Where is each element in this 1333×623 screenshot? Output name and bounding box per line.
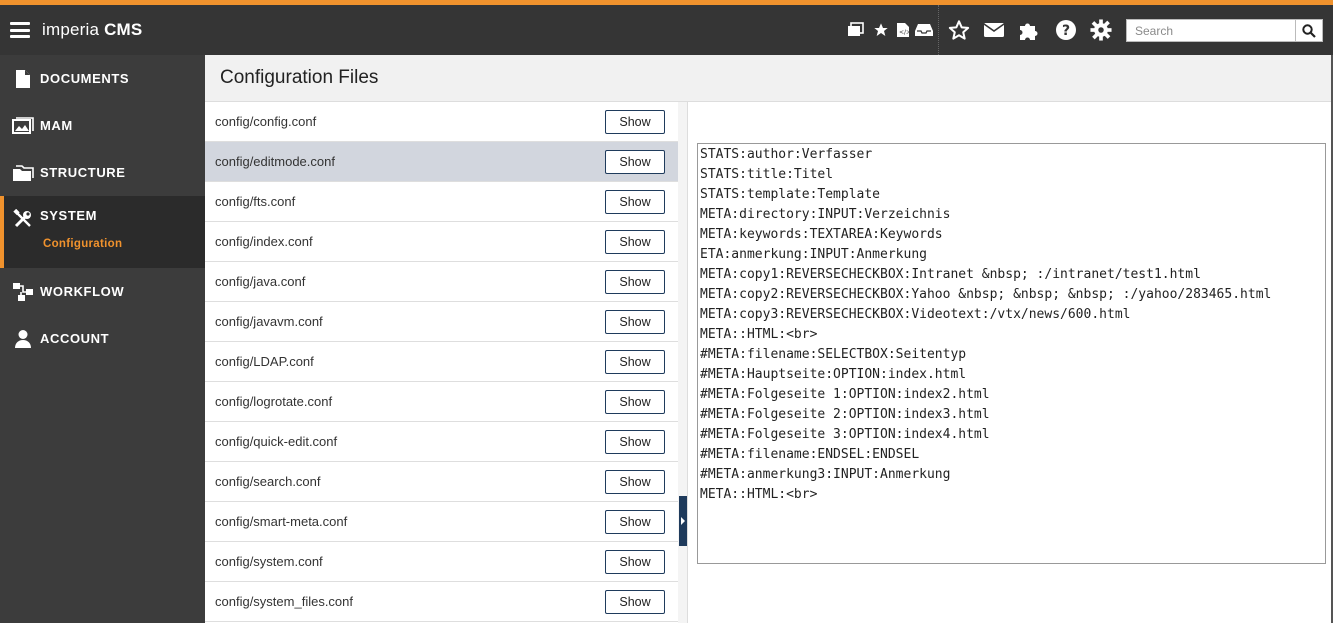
plugin-icon[interactable]	[1017, 18, 1041, 42]
sidebar-subitem-configuration[interactable]: Configuration	[43, 238, 122, 250]
page-title: Configuration Files	[220, 67, 379, 88]
sidebar-item-system[interactable]: SYSTEM Configuration	[0, 196, 205, 268]
document-icon	[12, 68, 34, 90]
logo-bold: CMS	[104, 20, 143, 39]
show-button[interactable]: Show	[605, 309, 665, 334]
file-name: config/quick-edit.conf	[215, 434, 338, 449]
sidebar-item-label: DOCUMENTS	[40, 71, 130, 86]
bookmark-star-icon[interactable]	[947, 18, 971, 42]
sidebar-item-workflow[interactable]: WORKFLOW	[0, 268, 205, 315]
documents-icon[interactable]	[846, 20, 866, 40]
file-row[interactable]: config/system_files.conf Show	[205, 582, 678, 622]
show-button[interactable]: Show	[605, 229, 665, 254]
file-name: config/search.conf	[215, 474, 321, 489]
file-name: config/java.conf	[215, 274, 306, 289]
file-name: config/editmode.conf	[215, 154, 335, 169]
show-button[interactable]: Show	[605, 149, 665, 174]
file-row[interactable]: config/LDAP.conf Show	[205, 342, 678, 382]
collapse-handle[interactable]	[679, 496, 687, 546]
chevron-right-icon	[681, 517, 685, 525]
search-button[interactable]	[1295, 19, 1323, 42]
file-list: config/config.conf Show config/editmode.c…	[205, 102, 678, 623]
mail-icon[interactable]	[982, 18, 1006, 42]
file-row[interactable]: config/smart-meta.conf Show	[205, 502, 678, 542]
search-input[interactable]	[1126, 19, 1296, 42]
user-icon	[12, 328, 34, 350]
show-button[interactable]: Show	[605, 509, 665, 534]
show-button[interactable]: Show	[605, 389, 665, 414]
file-name: config/config.conf	[215, 114, 317, 129]
sidebar: DOCUMENTS MAM STRUCTURE SYSTEM Configura…	[0, 55, 205, 623]
toolbar-divider	[938, 5, 939, 55]
svg-text:?: ?	[1062, 23, 1070, 39]
show-button[interactable]: Show	[605, 189, 665, 214]
file-row[interactable]: config/quick-edit.conf Show	[205, 422, 678, 462]
logo-light: imperia	[42, 20, 100, 39]
tools-icon	[12, 208, 34, 230]
inbox-icon[interactable]	[914, 20, 934, 40]
search-icon	[1302, 23, 1316, 38]
sidebar-item-label: ACCOUNT	[40, 331, 110, 346]
file-row[interactable]: config/index.conf Show	[205, 222, 678, 262]
file-name: config/LDAP.conf	[215, 354, 314, 369]
file-row[interactable]: config/javavm.conf Show	[205, 302, 678, 342]
file-name: config/index.conf	[215, 234, 313, 249]
script-file-icon[interactable]: </>	[893, 20, 913, 40]
sidebar-item-label: SYSTEM	[40, 208, 98, 223]
show-button[interactable]: Show	[605, 269, 665, 294]
file-name: config/javavm.conf	[215, 314, 323, 329]
file-name: config/smart-meta.conf	[215, 514, 348, 529]
file-row[interactable]: config/search.conf Show	[205, 462, 678, 502]
app-logo: imperia CMS	[42, 20, 142, 40]
sidebar-item-structure[interactable]: STRUCTURE	[0, 149, 205, 196]
file-name: config/system_files.conf	[215, 594, 354, 609]
settings-gear-icon[interactable]	[1089, 18, 1113, 42]
show-button[interactable]: Show	[605, 589, 665, 614]
show-button[interactable]: Show	[605, 469, 665, 494]
file-row[interactable]: config/config.conf Show	[205, 102, 678, 142]
hamburger-menu-icon[interactable]	[10, 22, 30, 38]
help-icon[interactable]: ?	[1054, 18, 1078, 42]
folder-icon	[12, 162, 34, 184]
sidebar-item-label: STRUCTURE	[40, 165, 126, 180]
file-name: config/logrotate.conf	[215, 394, 333, 409]
file-name: config/system.conf	[215, 554, 323, 569]
svg-text:</>: </>	[899, 29, 910, 36]
show-button[interactable]: Show	[605, 109, 665, 134]
top-bar: imperia CMS </> ?	[0, 5, 1333, 55]
file-name: config/fts.conf	[215, 194, 296, 209]
config-editor[interactable]	[697, 143, 1326, 564]
editor-container	[697, 143, 1326, 564]
file-row[interactable]: config/java.conf Show	[205, 262, 678, 302]
show-button[interactable]: Show	[605, 349, 665, 374]
show-button[interactable]: Show	[605, 549, 665, 574]
file-row[interactable]: config/fts.conf Show	[205, 182, 678, 222]
image-gallery-icon	[12, 115, 34, 137]
sidebar-item-mam[interactable]: MAM	[0, 102, 205, 149]
sidebar-item-account[interactable]: ACCOUNT	[0, 315, 205, 362]
sidebar-item-label: MAM	[40, 118, 73, 133]
file-row[interactable]: config/logrotate.conf Show	[205, 382, 678, 422]
show-button[interactable]: Show	[605, 429, 665, 454]
favorites-star-icon[interactable]	[871, 20, 891, 40]
file-row-selected[interactable]: config/editmode.conf Show	[205, 142, 678, 182]
panel-splitter[interactable]	[678, 102, 688, 623]
sidebar-item-label: WORKFLOW	[40, 284, 125, 299]
sidebar-item-documents[interactable]: DOCUMENTS	[0, 55, 205, 102]
main-header: Configuration Files	[205, 55, 1333, 102]
workflow-icon	[12, 281, 34, 303]
file-row[interactable]: config/system.conf Show	[205, 542, 678, 582]
